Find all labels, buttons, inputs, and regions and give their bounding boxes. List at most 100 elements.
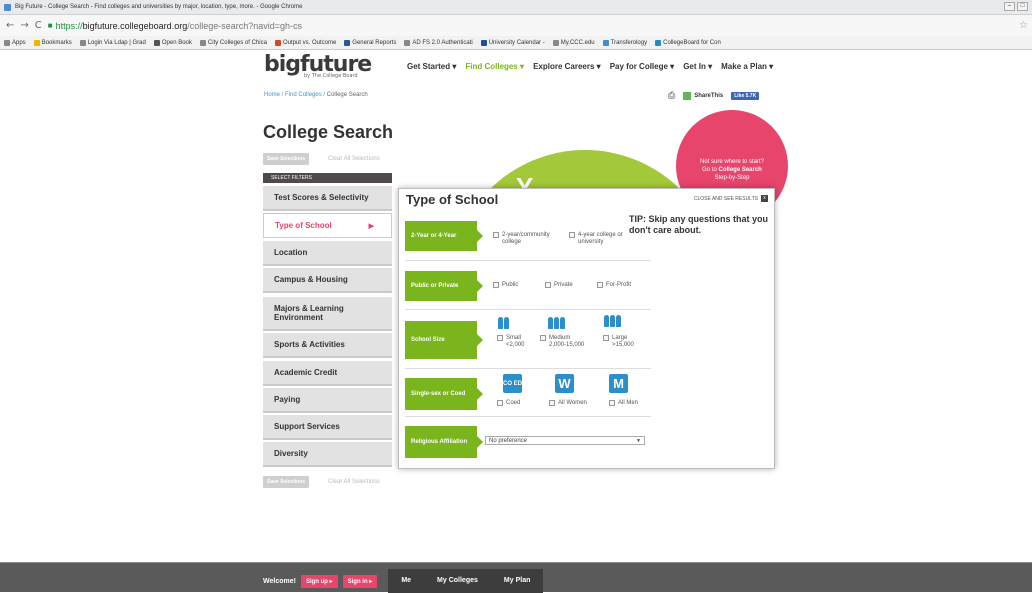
- checkbox-4-year[interactable]: 4-year college or university: [569, 232, 641, 246]
- nav-find-colleges[interactable]: Find Colleges ▾: [465, 62, 524, 71]
- bookmark-item[interactable]: Apps: [4, 39, 26, 46]
- checkbox-2-year[interactable]: 2-year/community college: [493, 232, 563, 246]
- checkbox-medium[interactable]: Medium 2,000-15,000: [540, 335, 584, 349]
- bookmark-item[interactable]: AD FS 2.0 Authenticati: [404, 39, 473, 46]
- checkbox-public[interactable]: Public: [493, 282, 518, 289]
- breadcrumb: Home / Find Colleges / College Search: [264, 92, 368, 98]
- filter-type-of-school[interactable]: Type of School ▶: [263, 213, 392, 238]
- user-toolbar: Welcome! Sign up ▸ Sign in ▸ Me My Colle…: [0, 562, 1032, 593]
- welcome-text: Welcome!: [263, 577, 296, 585]
- clear-all-selections-link-bottom[interactable]: Clear All Selections: [328, 479, 380, 485]
- forward-icon[interactable]: →: [20, 20, 28, 31]
- reload-icon[interactable]: C: [35, 20, 42, 31]
- nav-make-a-plan[interactable]: Make a Plan ▾: [721, 62, 773, 71]
- breadcrumb-find-colleges[interactable]: Find Colleges: [285, 92, 322, 98]
- filter-paying[interactable]: Paying: [263, 388, 392, 413]
- row-label: 2-Year or 4-Year: [405, 221, 483, 251]
- breadcrumb-home[interactable]: Home: [264, 92, 280, 98]
- minimize-button[interactable]: –: [1004, 2, 1015, 11]
- type-of-school-panel: Type of School CLOSE AND SEE RESULTS x TI…: [398, 188, 775, 469]
- bookmark-item[interactable]: University Calendar -: [480, 39, 545, 46]
- back-icon[interactable]: ←: [6, 20, 14, 31]
- all-men-icon: M: [609, 374, 628, 393]
- bookmark-item[interactable]: Open Book: [153, 39, 192, 46]
- row-label: Single-sex or Coed: [405, 378, 483, 410]
- save-selections-button-bottom[interactable]: Save Selections: [263, 476, 310, 488]
- nav-get-in[interactable]: Get In ▾: [683, 62, 712, 71]
- sharethis-icon: [683, 91, 692, 100]
- main-nav: Get Started ▾ Find Colleges ▾ Explore Ca…: [407, 62, 773, 71]
- panel-title: Type of School: [406, 192, 499, 207]
- bookmark-item[interactable]: City Colleges of Chica: [199, 39, 267, 46]
- tab-me[interactable]: Me: [388, 569, 425, 593]
- college-search-link[interactable]: College Search: [719, 167, 762, 173]
- checkbox-small[interactable]: Small <2,000: [497, 335, 525, 349]
- row-label: Public or Private: [405, 271, 483, 301]
- filter-majors[interactable]: Majors & Learning Environment: [263, 297, 392, 331]
- window-controls: – □: [1004, 2, 1028, 11]
- coed-icon: CO ED: [503, 374, 522, 393]
- filter-location[interactable]: Location: [263, 241, 392, 266]
- row-single-sex-coed: Single-sex or Coed CO ED W M Coed All Wo…: [405, 370, 651, 417]
- print-icon[interactable]: ⎙: [668, 90, 675, 101]
- row-public-private: Public or Private Public Private For-Pro…: [405, 262, 651, 310]
- bookmark-item[interactable]: Bookmarks: [33, 39, 72, 46]
- row-school-size: School Size Small <2,000 Medium 2,000-15,0…: [405, 311, 651, 369]
- bookmark-item[interactable]: General Reports: [344, 39, 396, 46]
- filter-academic-credit[interactable]: Academic Credit: [263, 361, 392, 386]
- checkbox-private[interactable]: Private: [545, 282, 573, 289]
- filter-sports[interactable]: Sports & Activities: [263, 333, 392, 358]
- address-toolbar: ← → C ■ https://bigfuture.collegeboard.o…: [0, 15, 1032, 36]
- tab-my-colleges[interactable]: My Colleges: [424, 569, 491, 593]
- bookmark-item[interactable]: Login Via Ldap | Grad: [79, 39, 146, 46]
- sign-up-button[interactable]: Sign up ▸: [300, 574, 338, 588]
- filter-campus-housing[interactable]: Campus & Housing: [263, 268, 392, 293]
- filter-test-scores[interactable]: Test Scores & Selectivity: [263, 186, 392, 211]
- nav-get-started[interactable]: Get Started ▾: [407, 62, 456, 71]
- bookmark-item[interactable]: My.CCC.edu: [552, 39, 595, 46]
- filter-diversity[interactable]: Diversity: [263, 442, 392, 467]
- medium-school-icon: [548, 317, 565, 329]
- page-content: bigfuture by The College Board Get Start…: [0, 50, 1032, 593]
- page-title: College Search: [263, 122, 394, 142]
- url-path: /college-search?navid=gh-cs: [187, 20, 303, 31]
- large-school-icon: [604, 315, 621, 327]
- close-icon: x: [761, 195, 768, 202]
- checkbox-coed[interactable]: Coed: [497, 400, 520, 407]
- close-and-see-results-button[interactable]: CLOSE AND SEE RESULTS x: [694, 195, 768, 202]
- checkbox-all-men[interactable]: All Men: [609, 400, 638, 407]
- step-by-step-link[interactable]: Step-by-Step: [676, 174, 788, 182]
- checkbox-large[interactable]: Large >15,000: [603, 335, 634, 349]
- bookmark-item[interactable]: Transferology: [602, 39, 647, 46]
- lock-icon: ■: [47, 21, 53, 30]
- row-label: Religious Affiliation: [405, 426, 483, 458]
- sign-in-button[interactable]: Sign in ▸: [342, 574, 378, 588]
- bookmark-item[interactable]: Output vs. Outcome: [274, 39, 336, 46]
- nav-pay-for-college[interactable]: Pay for College ▾: [610, 62, 675, 71]
- facebook-like-button[interactable]: Like 5.7K: [731, 91, 760, 100]
- tab-my-plan[interactable]: My Plan: [490, 569, 544, 593]
- sharethis-button[interactable]: ShareThis: [683, 91, 723, 100]
- select-filters-header: SELECT FILTERS: [263, 173, 392, 183]
- religious-affiliation-select[interactable]: No preference ▼: [485, 436, 645, 445]
- browser-titlebar: Big Future - College Search - Find colle…: [0, 0, 1032, 15]
- filter-support-services[interactable]: Support Services: [263, 415, 392, 440]
- breadcrumb-current: College Search: [326, 92, 368, 98]
- site-logo[interactable]: bigfuture by The College Board: [264, 52, 372, 79]
- small-school-icon: [498, 317, 509, 329]
- bookmark-star-icon[interactable]: ☆: [1019, 20, 1028, 31]
- checkbox-for-profit[interactable]: For-Profit: [597, 282, 631, 289]
- row-label: School Size: [405, 321, 483, 359]
- arrow-right-icon: ▶: [368, 222, 374, 230]
- save-selections-button[interactable]: Save Selections: [263, 153, 310, 165]
- checkbox-all-women[interactable]: All Women: [549, 400, 587, 407]
- maximize-button[interactable]: □: [1017, 2, 1028, 11]
- bookmark-item[interactable]: CollegeBoard for Con: [655, 39, 721, 46]
- bookmarks-bar: Apps Bookmarks Login Via Ldap | Grad Ope…: [0, 36, 1032, 50]
- url-host: bigfuture.collegeboard.org: [82, 20, 188, 31]
- address-bar[interactable]: ■ https://bigfuture.collegeboard.org/col…: [48, 18, 1019, 33]
- chevron-down-icon: ▼: [636, 438, 641, 444]
- nav-explore-careers[interactable]: Explore Careers ▾: [533, 62, 601, 71]
- clear-all-selections-link[interactable]: Clear All Selections: [328, 156, 380, 162]
- all-women-icon: W: [555, 374, 574, 393]
